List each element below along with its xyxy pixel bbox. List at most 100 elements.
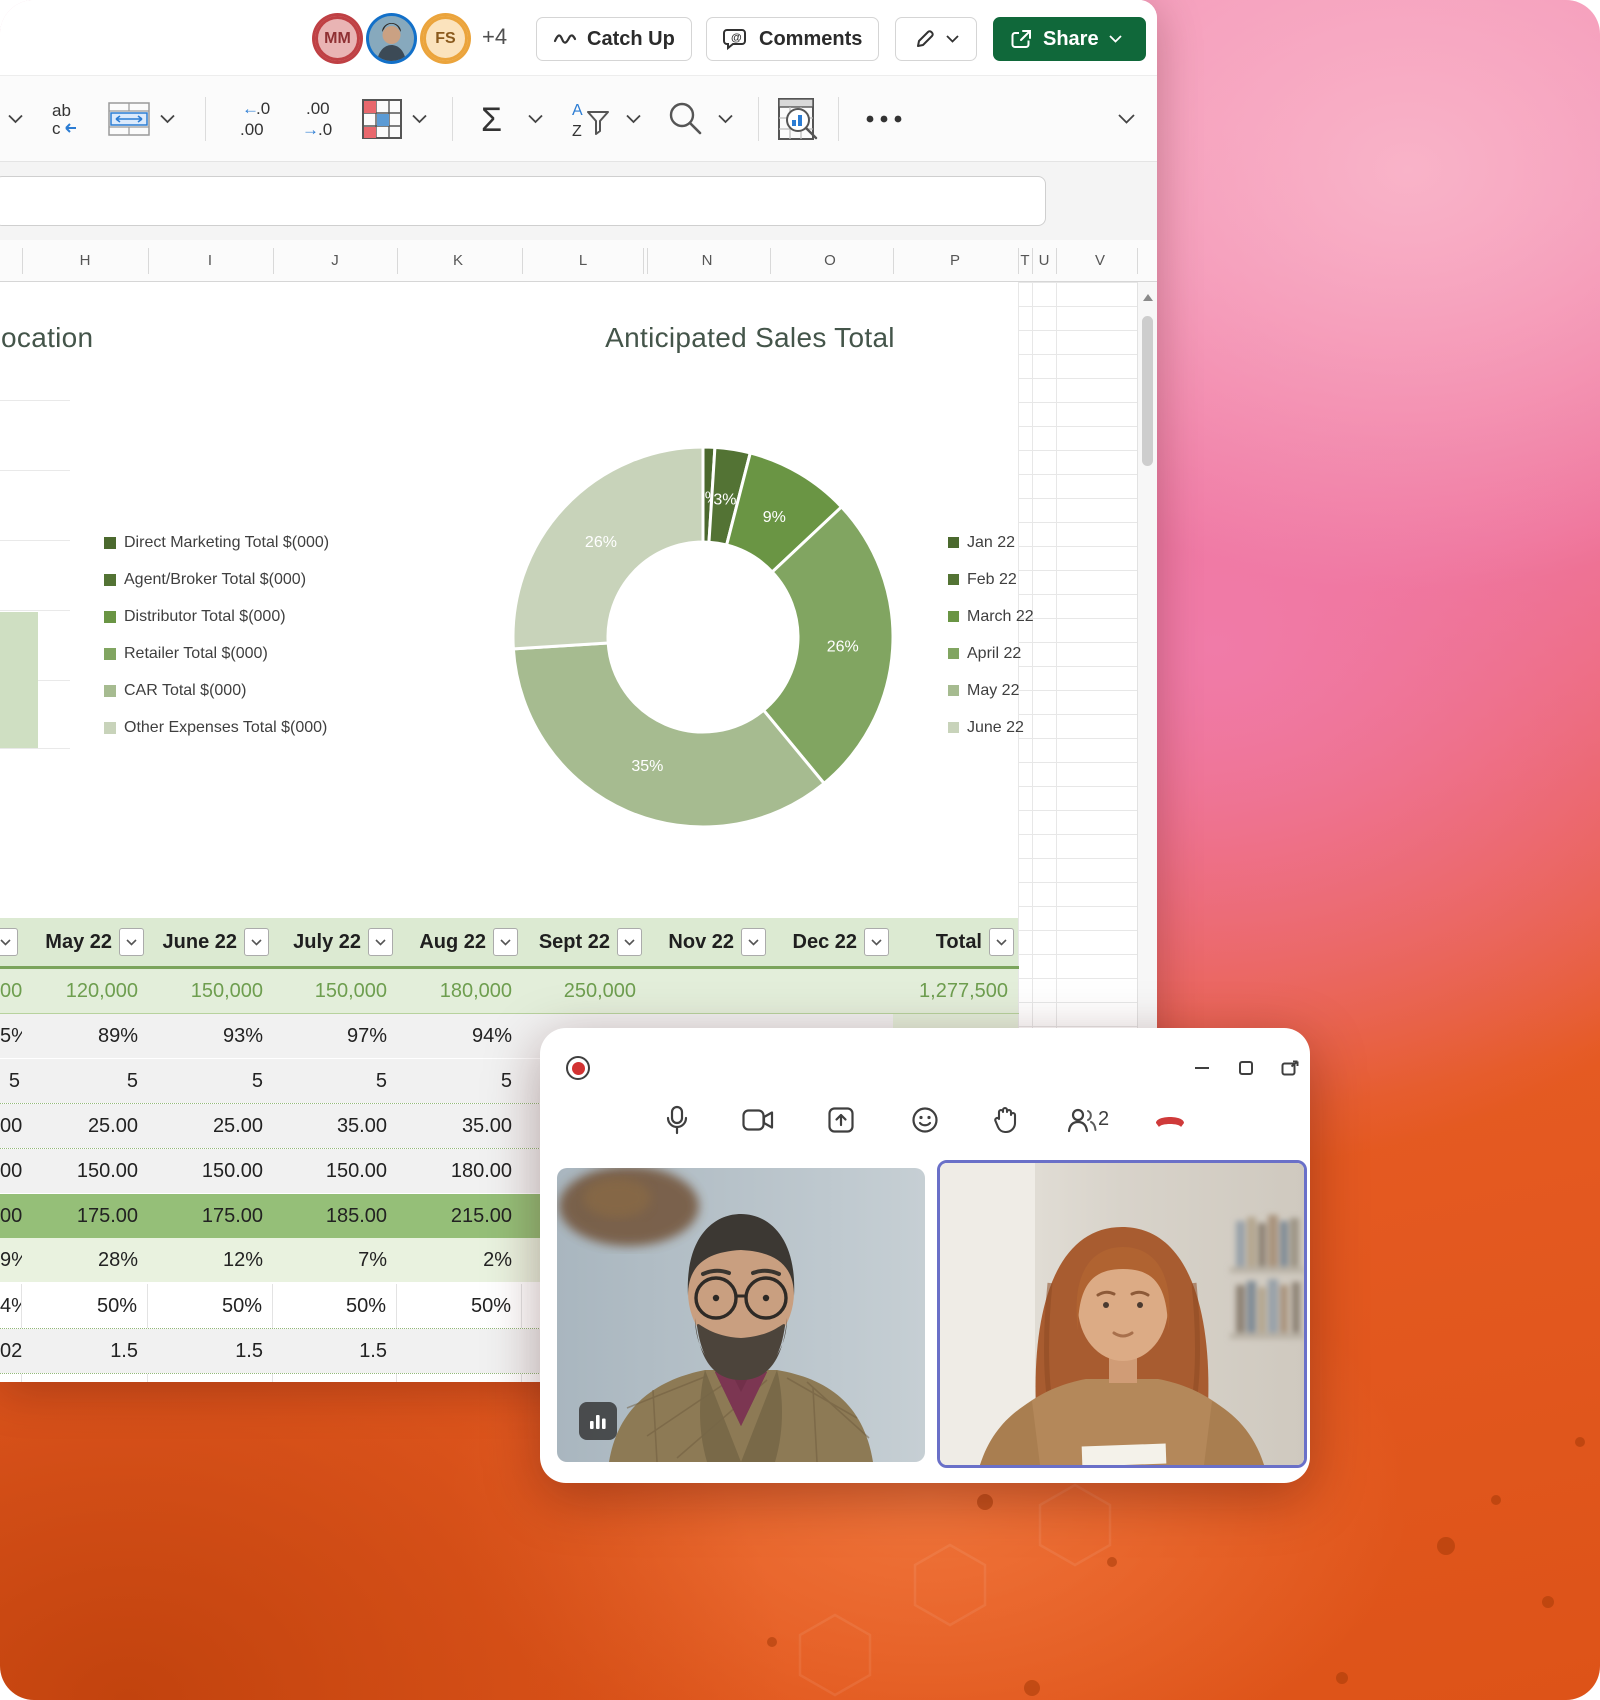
table-cell[interactable] [22,1374,148,1382]
filter-dropdown-button[interactable] [617,928,642,956]
table-cell[interactable]: 28% [22,1238,148,1282]
avatar-photo[interactable] [369,16,414,61]
column-header-H[interactable]: H [80,240,91,282]
table-cell[interactable]: 5 [0,1059,22,1103]
table-cell[interactable]: 175.00 [22,1194,148,1238]
table-cell[interactable]: 4% [0,1284,22,1328]
filter-dropdown-button[interactable] [244,928,269,956]
table-cell[interactable]: 9% [0,1238,22,1282]
decrease-decimal-button[interactable]: ←.0 .00 [226,97,278,141]
table-cell[interactable]: 93% [148,1014,273,1058]
video-tile-participant-1[interactable] [557,1168,925,1462]
table-cell[interactable]: 50% [397,1284,522,1328]
merge-cells-button[interactable] [108,102,150,136]
table-cell[interactable]: 5 [148,1059,273,1103]
table-cell[interactable]: 00 [0,969,22,1013]
table-cell[interactable]: 120,000 [22,969,148,1013]
minimize-button[interactable] [1192,1058,1212,1078]
table-cell[interactable]: 1,277,500 [893,969,1018,1013]
table-cell[interactable]: 250,000 [522,969,646,1013]
sort-filter-button[interactable]: A Z [570,98,614,140]
table-cell[interactable]: 185.00 [273,1194,397,1238]
table-cell[interactable]: 50% [22,1284,148,1328]
table-cell[interactable]: 150.00 [22,1149,148,1193]
formula-bar-input[interactable] [0,176,1046,226]
donut-chart[interactable]: 1%3%9%26%35%26% [503,437,903,837]
table-cell[interactable]: 1.5 [22,1329,148,1373]
share-screen-button[interactable] [819,1098,863,1142]
table-cell[interactable] [770,969,893,1013]
table-cell[interactable] [0,1374,22,1382]
table-cell[interactable]: 35.00 [397,1104,522,1148]
edit-mode-button[interactable] [895,17,977,61]
find-button[interactable] [666,100,704,138]
filter-dropdown-button[interactable] [368,928,393,956]
filter-dropdown-button[interactable] [989,928,1014,956]
table-cell[interactable]: 12% [148,1238,273,1282]
table-cell[interactable] [397,1329,522,1373]
table-cell[interactable]: 150,000 [273,969,397,1013]
table-cell[interactable]: 25.00 [22,1104,148,1148]
autosum-chevron[interactable] [528,114,543,123]
table-cell[interactable] [397,1374,522,1382]
table-cell[interactable]: 00 [0,1194,22,1238]
table-cell[interactable]: 35.00 [273,1104,397,1148]
video-tile-participant-2[interactable] [937,1160,1307,1468]
analyze-data-button[interactable] [776,96,820,142]
table-cell[interactable]: 00 [0,1104,22,1148]
table-cell[interactable] [646,969,770,1013]
table-cell[interactable]: 97% [273,1014,397,1058]
filter-dropdown-button[interactable] [493,928,518,956]
hangup-button[interactable] [1148,1098,1192,1142]
table-cell[interactable]: 180.00 [397,1149,522,1193]
table-cell[interactable]: 00 [0,1149,22,1193]
table-cell[interactable] [273,1374,397,1382]
table-cell[interactable]: 5 [397,1059,522,1103]
filter-dropdown-button[interactable] [864,928,889,956]
maximize-button[interactable] [1236,1058,1256,1078]
table-cell[interactable]: 150.00 [273,1149,397,1193]
avatar[interactable]: MM [315,16,360,61]
table-cell[interactable]: 25.00 [148,1104,273,1148]
comments-button[interactable]: @ Comments [706,17,879,61]
table-cell[interactable] [148,1374,273,1382]
table-cell[interactable]: 50% [273,1284,397,1328]
ribbon-group-chevron[interactable] [8,114,23,123]
table-cell[interactable]: 5 [22,1059,148,1103]
column-header-P[interactable]: P [950,240,960,282]
column-header-V[interactable]: V [1095,240,1105,282]
table-cell[interactable]: 5 [273,1059,397,1103]
table-cell[interactable]: 94% [397,1014,522,1058]
table-cell[interactable]: 180,000 [397,969,522,1013]
column-header-J[interactable]: J [331,240,339,282]
table-cell[interactable]: 150,000 [148,969,273,1013]
reactions-button[interactable] [903,1098,947,1142]
conditional-formatting-chevron[interactable] [412,114,427,123]
more-commands-button[interactable] [862,113,906,125]
table-cell[interactable]: 175.00 [148,1194,273,1238]
sort-filter-chevron[interactable] [626,114,641,123]
column-header-K[interactable]: K [453,240,463,282]
table-cell[interactable]: 02 [0,1329,22,1373]
table-cell[interactable]: 5% [0,1014,22,1058]
table-cell[interactable]: 7% [273,1238,397,1282]
table-cell[interactable]: 215.00 [397,1194,522,1238]
find-chevron[interactable] [718,114,733,123]
raise-hand-button[interactable] [984,1098,1028,1142]
conditional-formatting-button[interactable] [362,99,402,139]
column-header-T[interactable]: T [1020,240,1029,282]
column-header-U[interactable]: U [1039,240,1050,282]
table-cell[interactable]: 1.5 [273,1329,397,1373]
share-button[interactable]: Share [993,17,1146,61]
table-cell[interactable]: 89% [22,1014,148,1058]
filter-dropdown-button[interactable] [0,928,18,956]
catch-up-button[interactable]: Catch Up [536,17,692,61]
avatar-overflow-count[interactable]: +4 [482,24,507,50]
merge-options-chevron[interactable] [160,114,175,123]
scroll-up-icon[interactable] [1143,294,1153,301]
column-header-I[interactable]: I [208,240,212,282]
filter-dropdown-button[interactable] [741,928,766,956]
filter-dropdown-button[interactable] [119,928,144,956]
scrollbar-thumb[interactable] [1142,316,1153,466]
column-header-O[interactable]: O [824,240,836,282]
